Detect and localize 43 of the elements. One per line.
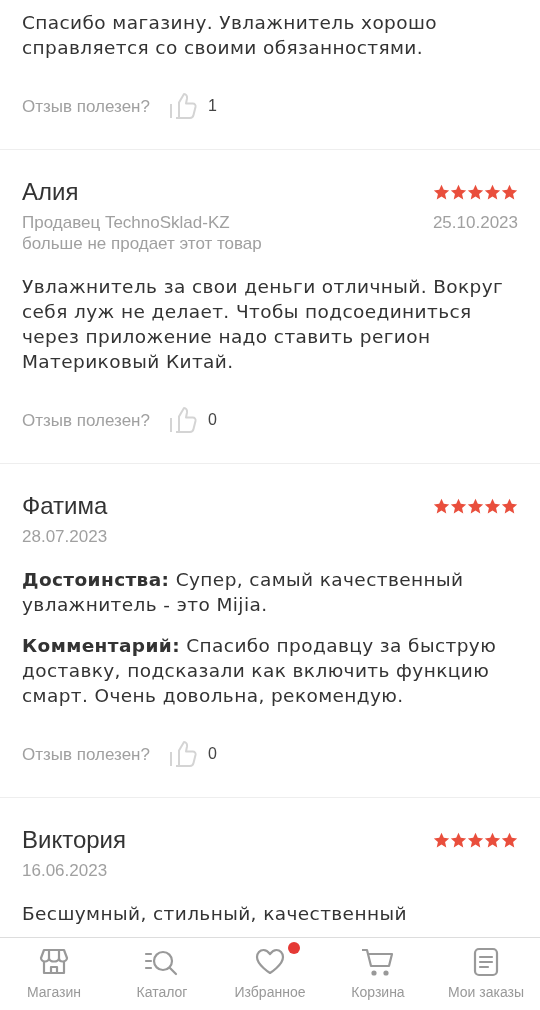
thumbs-up-icon[interactable] [167,91,198,121]
helpful-count: 0 [207,411,217,429]
nav-tab[interactable]: Каталог [108,938,216,1010]
thumbs-up-icon[interactable] [167,405,198,435]
reviewer-name: Виктория [22,826,126,854]
star-icon [484,497,501,515]
nav-tab[interactable]: Мои заказы [432,938,540,1010]
star-icon [450,831,467,849]
reviewer-name: Фатима [22,492,108,520]
helpful-count: 0 [207,745,217,763]
cart-icon [361,946,395,978]
star-icon [501,497,518,515]
review-date: 25.10.2023 [432,212,518,233]
star-icon [433,183,450,201]
star-icon [501,831,518,849]
seller-note: Продавец TechnoSklad-KZ [22,212,231,233]
star-icon [484,183,501,201]
star-icon [467,831,484,849]
star-icon [467,497,484,515]
seller-note: больше не продает этот товар [22,233,262,254]
nav-tab[interactable]: Корзина [324,938,432,1010]
helpful-question: Отзыв полезен? [22,95,150,117]
review-text: Увлажнитель за свои деньги отличный. Вокруг себя луж не делает. Чтобы подсоединиться через приложение надо ставить регион Материковый Китай. [22,275,505,374]
helpful-question: Отзыв полезен? [22,743,150,765]
star-icon [450,183,467,201]
review-text: Спасибо магазину. Увлажнитель хорошо справляется со своими обязанностями. [22,11,439,60]
review-date: 28.07.2023 [22,526,108,547]
review-text: Бесшумный, стильный, качественный [22,902,408,926]
star-icon [433,497,450,515]
star-icon [433,831,450,849]
review-date: 16.06.2023 [22,860,108,881]
review-text: Достоинства: Супер, самый качественный увлажнитель - это Mijia. [22,568,465,617]
review-text: Комментарий: Спасибо продавцу за быструю доставку, подсказали как включить функцию смарт. Очень довольна, рекомендую. [22,634,498,708]
star-icon [467,183,484,201]
helpful-count: 1 [207,97,217,115]
nav-tab[interactable]: Избранное [216,938,324,1010]
star-icon [450,497,467,515]
star-icon [501,183,518,201]
thumbs-up-icon[interactable] [167,739,198,769]
reviewer-name: Алия [22,178,79,206]
star-icon [484,831,501,849]
helpful-question: Отзыв полезен? [22,409,150,431]
nav-tab[interactable]: Магазин [0,938,108,1010]
